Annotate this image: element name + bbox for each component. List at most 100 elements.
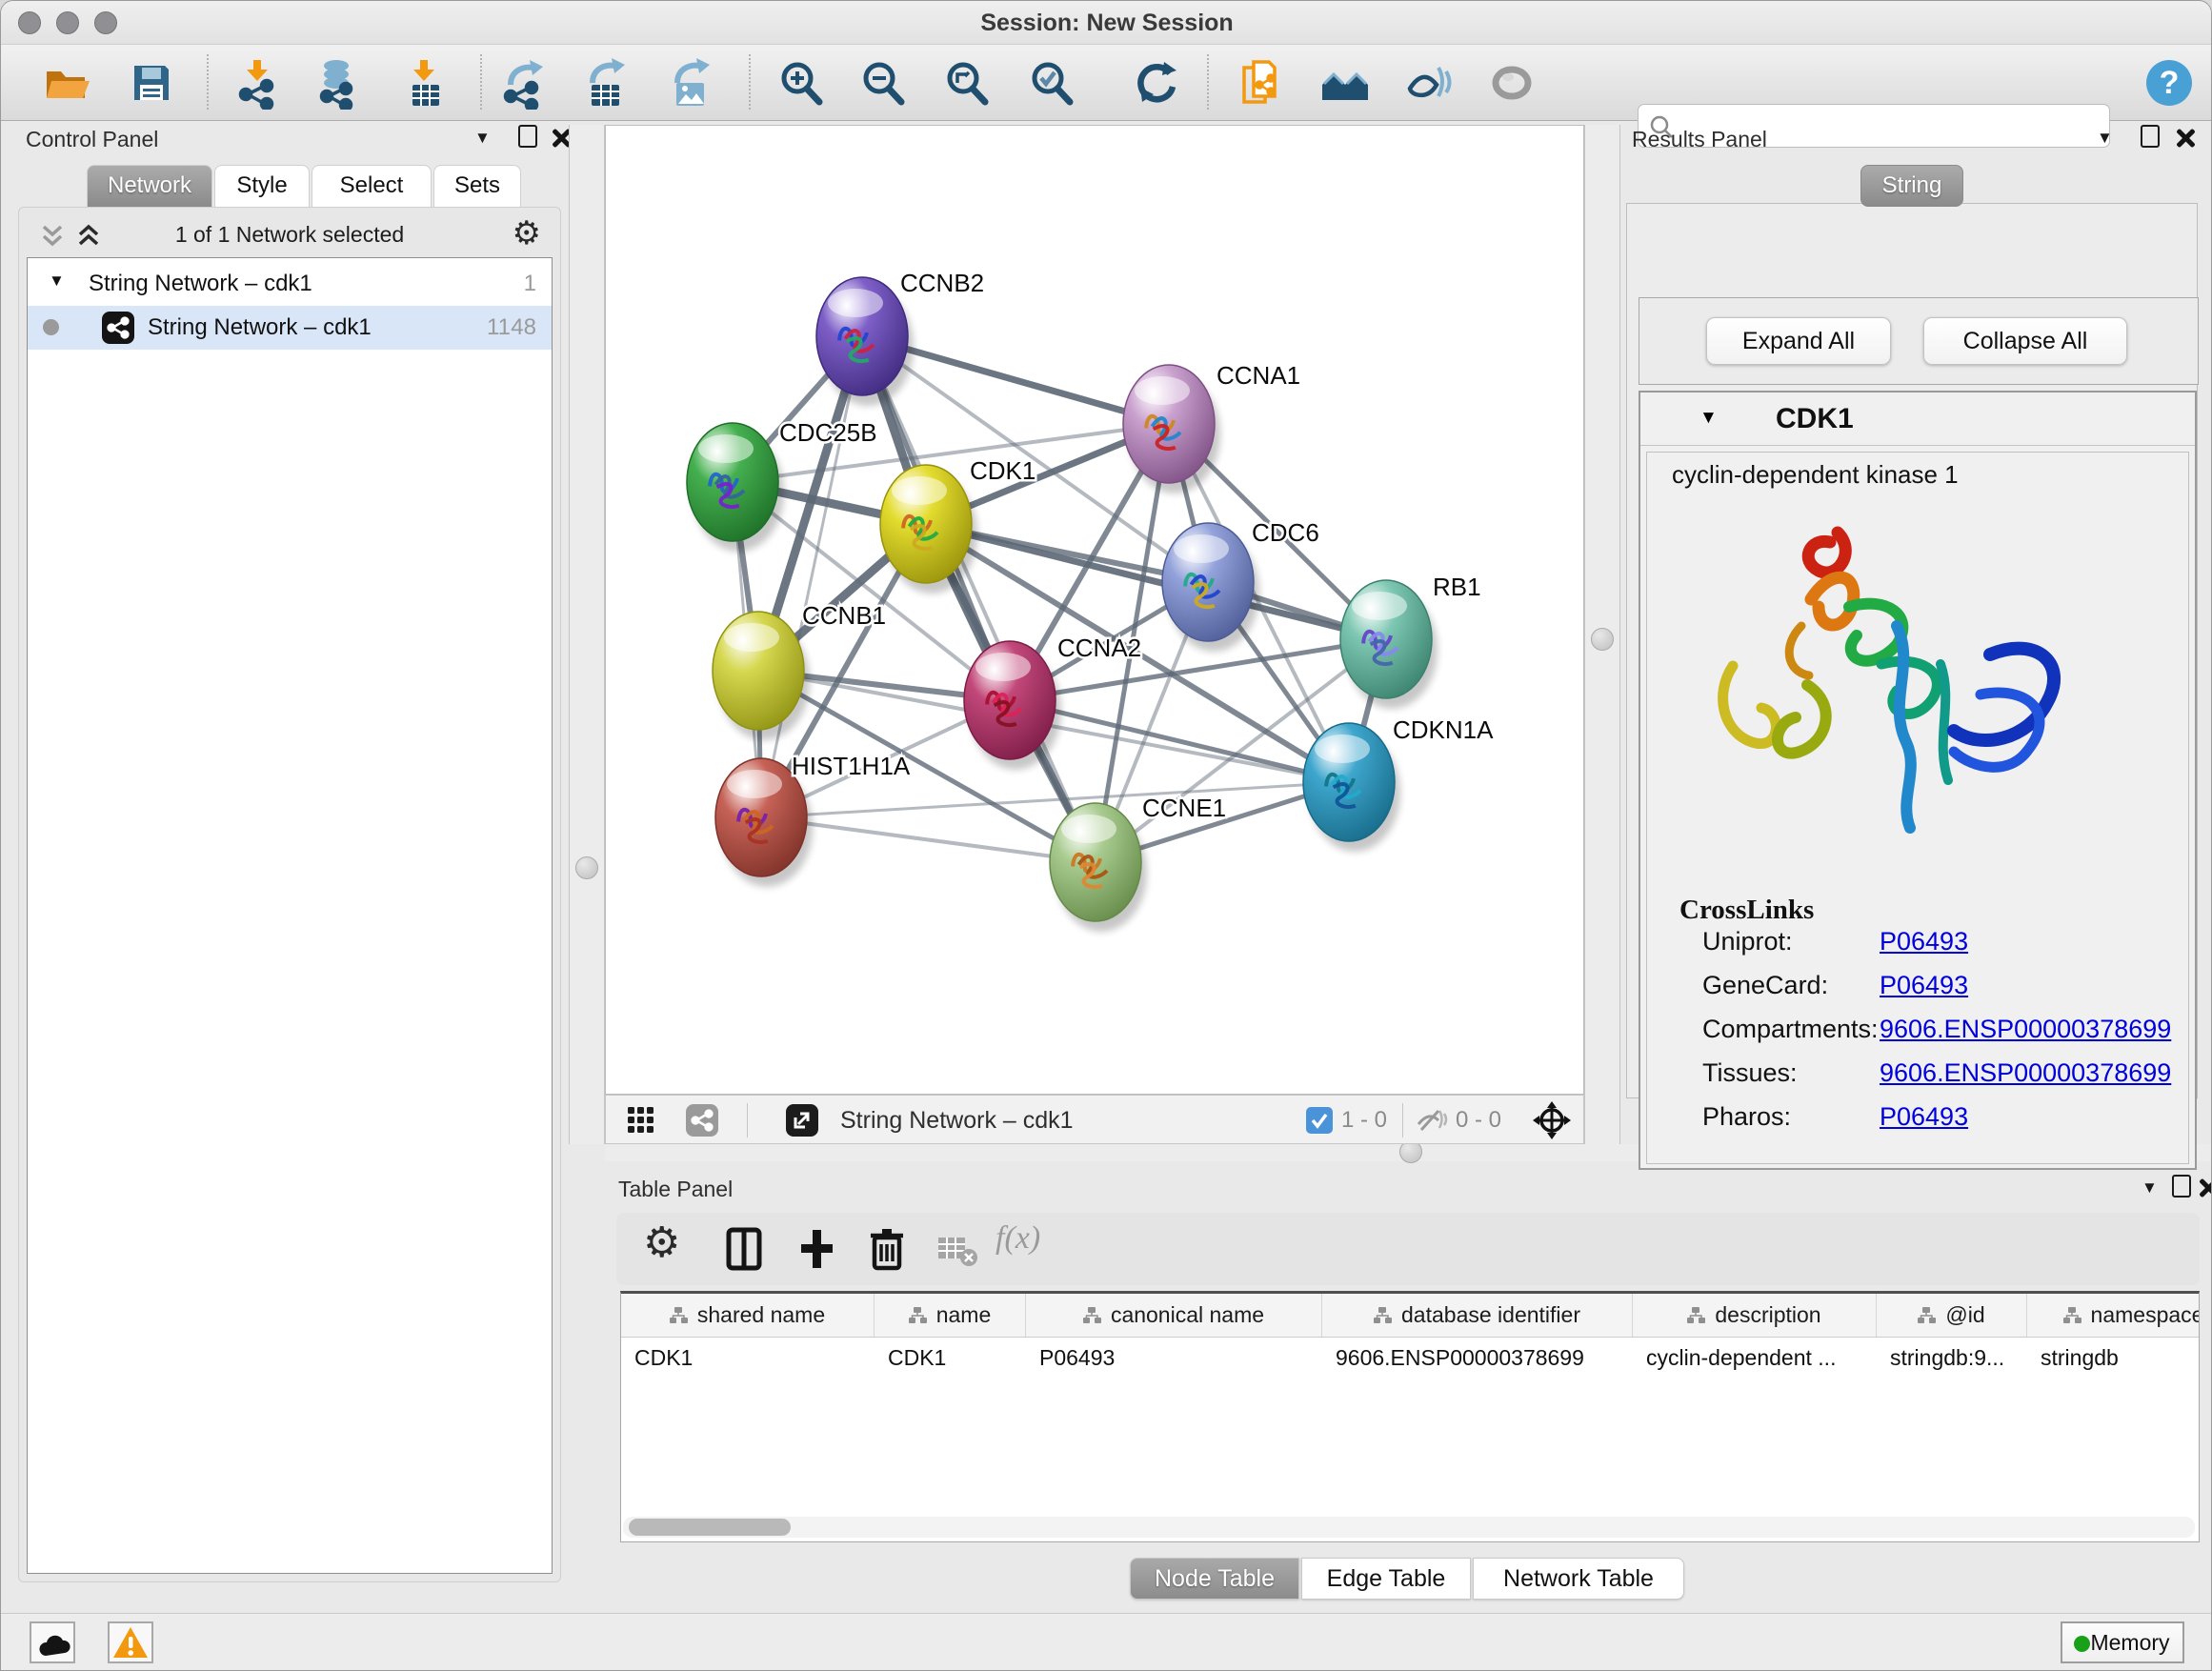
horizontal-scrollbar[interactable]: [623, 1517, 2195, 1538]
results-panel-close-icon[interactable]: [2175, 127, 2196, 148]
warnings-button[interactable]: [108, 1621, 153, 1663]
gene-collapse-icon[interactable]: ▼: [1699, 408, 1718, 429]
control-panel-float-icon[interactable]: [518, 125, 537, 148]
cloud-button[interactable]: [30, 1621, 75, 1663]
table-row[interactable]: CDK1CDK1P064939606.ENSP00000378699cyclin…: [621, 1338, 2199, 1379]
column-header-2[interactable]: canonical name: [1026, 1294, 1322, 1337]
export-table-icon[interactable]: [579, 56, 633, 110]
expand-all-button[interactable]: Expand All: [1706, 317, 1891, 365]
table-panel-menu-icon[interactable]: ▼: [2142, 1178, 2158, 1198]
crosslink-value-link[interactable]: P06493: [1880, 1102, 1968, 1132]
delete-column-trash-icon[interactable]: [860, 1222, 914, 1276]
tab-select[interactable]: Select: [312, 165, 432, 207]
starter-panel-icon[interactable]: [1318, 56, 1372, 110]
create-column-icon[interactable]: [790, 1222, 843, 1276]
left-splitter[interactable]: [569, 125, 605, 1144]
zoom-out-icon[interactable]: [856, 56, 910, 110]
table-panel-float-icon[interactable]: [2172, 1175, 2191, 1198]
control-panel-menu-icon[interactable]: ▼: [474, 129, 491, 148]
grid-view-icon[interactable]: [627, 1106, 655, 1135]
node-label: CCNA2: [1057, 634, 1141, 662]
table-cell[interactable]: cyclin-dependent ...: [1633, 1338, 1877, 1379]
column-header-4[interactable]: description: [1633, 1294, 1877, 1337]
crosslink-value-link[interactable]: P06493: [1880, 971, 1968, 1000]
save-session-icon[interactable]: [125, 56, 178, 110]
scrollbar-thumb[interactable]: [629, 1519, 791, 1536]
bird-eye-toggle-icon[interactable]: [1532, 1100, 1572, 1140]
tab-style[interactable]: Style: [214, 165, 310, 207]
export-network-icon[interactable]: [497, 56, 551, 110]
memory-button[interactable]: Memory: [2061, 1621, 2184, 1663]
node-label: CDC6: [1252, 518, 1319, 547]
tab-sets[interactable]: Sets: [433, 165, 521, 207]
selected-counts: 1 - 0: [1341, 1096, 1387, 1145]
network-row[interactable]: String Network – cdk1 11 48: [28, 306, 552, 350]
network-graph[interactable]: CCNB2CCNA1CDC25BCDK1CDC6RB1CCNB1CCNA2CDK…: [606, 126, 1583, 1094]
open-view-in-window-icon[interactable]: [786, 1104, 818, 1137]
view-share-icon[interactable]: [686, 1104, 718, 1137]
tab-string[interactable]: String: [1860, 165, 1963, 207]
zoom-selected-icon[interactable]: [1025, 56, 1078, 110]
memory-status-dot-icon: [2074, 1636, 2090, 1652]
tab-network[interactable]: Network: [87, 165, 212, 207]
results-panel-float-icon[interactable]: [2141, 125, 2160, 148]
results-panel-menu-icon[interactable]: ▼: [2097, 129, 2113, 148]
eye-icon[interactable]: [1485, 56, 1538, 110]
crosslink-value-link[interactable]: 9606.ENSP00000378699: [1880, 1058, 2171, 1088]
network-node-count: 11: [487, 314, 511, 341]
column-header-5[interactable]: @id: [1877, 1294, 2027, 1337]
table-cell[interactable]: stringdb:9...: [1877, 1338, 2027, 1379]
zoom-in-icon[interactable]: [774, 56, 828, 110]
left-splitter-handle[interactable]: [575, 856, 598, 879]
column-header-1[interactable]: name: [875, 1294, 1026, 1337]
column-header-0[interactable]: shared name: [621, 1294, 875, 1337]
network-options-gear-icon[interactable]: ⚙: [513, 214, 541, 252]
apply-layout-icon[interactable]: [1130, 56, 1183, 110]
gene-panel-header[interactable]: ▼ CDK1: [1640, 393, 2195, 446]
share-session-file-icon[interactable]: [1235, 56, 1288, 110]
table-cell[interactable]: CDK1: [621, 1338, 875, 1379]
crosslink-label: Compartments:: [1702, 1015, 1879, 1044]
import-network-icon[interactable]: [232, 56, 286, 110]
table-cell[interactable]: P06493: [1026, 1338, 1322, 1379]
gene-name: CDK1: [1776, 403, 1854, 435]
node-gloss: [1135, 376, 1190, 405]
collection-collapse-icon[interactable]: ▼: [49, 272, 65, 291]
import-table-icon[interactable]: [399, 56, 452, 110]
collapse-all-button[interactable]: Collapse All: [1923, 317, 2127, 365]
gene-panel: ▼ CDK1 cyclin-dependent kinase 1: [1639, 391, 2197, 1170]
right-splitter-handle[interactable]: [1591, 628, 1614, 651]
crosslink-row: Pharos:P06493: [1647, 1102, 2188, 1146]
help-icon[interactable]: ?: [2142, 56, 2196, 110]
crosslink-row: GeneCard:P06493: [1647, 971, 2188, 1015]
tab-node-table[interactable]: Node Table: [1130, 1558, 1299, 1600]
right-splitter[interactable]: [1584, 125, 1620, 1144]
import-database-icon[interactable]: [312, 56, 365, 110]
table-cell[interactable]: CDK1: [875, 1338, 1026, 1379]
crosslink-value-link[interactable]: 9606.ENSP00000378699: [1880, 1015, 2171, 1044]
tab-network-table[interactable]: Network Table: [1473, 1558, 1684, 1600]
network-collection-row[interactable]: ▼ String Network – cdk1 1: [28, 262, 552, 306]
table-cell[interactable]: 9606.ENSP00000378699: [1322, 1338, 1633, 1379]
table-panel-close-icon[interactable]: [2198, 1177, 2212, 1198]
table-settings-gear-icon[interactable]: ⚙: [643, 1218, 696, 1272]
network-edge[interactable]: [761, 336, 862, 817]
column-header-6[interactable]: namespace: [2027, 1294, 2199, 1337]
table-cell[interactable]: stringdb: [2027, 1338, 2199, 1379]
gene-panel-body: cyclin-dependent kinase 1: [1646, 452, 2189, 1164]
network-canvas[interactable]: CCNB2CCNA1CDC25BCDK1CDC6RB1CCNB1CCNA2CDK…: [605, 125, 1584, 1095]
node-label: CCNE1: [1142, 794, 1226, 822]
selected-checkbox-icon[interactable]: [1305, 1106, 1334, 1135]
network-edge[interactable]: [862, 336, 1096, 862]
crosslink-value-link[interactable]: P06493: [1880, 927, 1968, 956]
column-header-label: canonical name: [1111, 1302, 1264, 1328]
column-header-label: database identifier: [1401, 1302, 1580, 1328]
show-columns-icon[interactable]: [717, 1222, 771, 1276]
column-header-3[interactable]: database identifier: [1322, 1294, 1633, 1337]
export-image-icon[interactable]: [664, 56, 717, 110]
network-row-label: String Network – cdk1: [148, 314, 372, 341]
zoom-fit-icon[interactable]: [940, 56, 994, 110]
hide-graphics-details-icon[interactable]: [1402, 56, 1456, 110]
open-session-icon[interactable]: [39, 56, 92, 110]
tab-edge-table[interactable]: Edge Table: [1301, 1558, 1471, 1600]
